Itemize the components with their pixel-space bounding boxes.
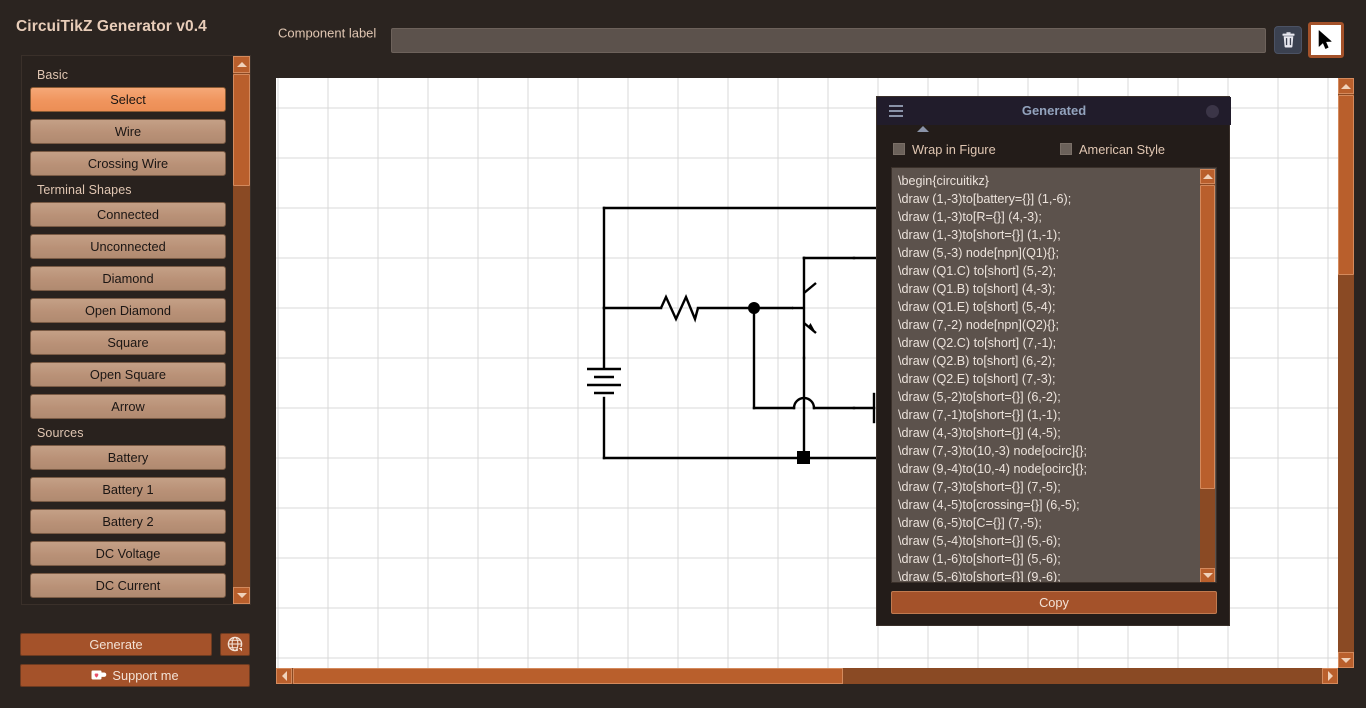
wrap-in-figure-checkbox[interactable]: Wrap in Figure	[893, 141, 996, 159]
component-label-input[interactable]	[391, 28, 1266, 53]
canvas-horizontal-scrollbar[interactable]	[276, 668, 1338, 684]
globe-icon	[227, 636, 243, 652]
canvas-scroll-left-button[interactable]	[276, 668, 292, 684]
palette-item-unconnected[interactable]: Unconnected	[30, 234, 226, 259]
chevron-up-icon	[1202, 174, 1213, 179]
canvas-vertical-scrollbar[interactable]	[1338, 78, 1354, 668]
palette-item-dc-voltage[interactable]: DC Voltage	[30, 541, 226, 566]
chevron-left-icon	[281, 671, 287, 681]
cursor-arrow-icon	[1318, 30, 1332, 49]
top-toolbar: Component label	[268, 0, 1366, 66]
trash-icon	[1282, 32, 1294, 48]
code-scroll-down-button[interactable]	[1200, 568, 1215, 582]
chevron-down-icon	[236, 593, 247, 598]
component-palette: Basic Select Wire Crossing Wire Terminal Sha…	[21, 55, 251, 605]
canvas-scroll-down-button[interactable]	[1338, 652, 1354, 668]
delete-button[interactable]	[1274, 26, 1302, 54]
generate-row: Generate	[20, 633, 250, 656]
palette-group-title: Basic	[37, 68, 69, 82]
generated-panel-titlebar[interactable]: Generated	[877, 97, 1231, 132]
status-dot-icon[interactable]	[1206, 105, 1219, 118]
chevron-right-icon	[1327, 671, 1333, 681]
canvas-scroll-up-button[interactable]	[1338, 78, 1354, 94]
wrap-in-figure-label: Wrap in Figure	[912, 142, 996, 157]
chevron-up-icon	[1341, 83, 1351, 89]
palette-scrollbar[interactable]	[233, 56, 250, 604]
generated-code-text: \begin{circuitikz} \draw (1,-3)to[batter…	[898, 174, 1087, 583]
component-label-caption: Component label	[278, 25, 377, 41]
palette-scroll-up-button[interactable]	[233, 56, 250, 73]
component-palette-list: Basic Select Wire Crossing Wire Terminal Sha…	[22, 56, 234, 604]
chevron-up-icon	[236, 62, 247, 67]
palette-item-open-diamond[interactable]: Open Diamond	[30, 298, 226, 323]
palette-group-title: Terminal Shapes	[37, 183, 132, 197]
palette-item-battery-1[interactable]: Battery 1	[30, 477, 226, 502]
globe-icon-button[interactable]	[220, 633, 250, 656]
palette-item-battery-2[interactable]: Battery 2	[30, 509, 226, 534]
coffee-cup-icon	[91, 667, 107, 688]
junction-dot	[748, 302, 760, 314]
palette-scroll-down-button[interactable]	[233, 587, 250, 604]
application-window: CircuiTikZ Generator v0.4 Basic Select Wir…	[0, 0, 1366, 708]
chevron-down-icon	[1341, 657, 1351, 663]
palette-item-diamond[interactable]: Diamond	[30, 266, 226, 291]
canvas-vertical-scrollbar-thumb[interactable]	[1338, 95, 1354, 275]
code-scrollbar[interactable]	[1200, 169, 1215, 582]
palette-item-select[interactable]: Select	[30, 87, 226, 112]
copy-button[interactable]: Copy	[891, 591, 1217, 614]
palette-scrollbar-thumb[interactable]	[233, 74, 250, 186]
support-me-label: Support me	[112, 668, 179, 683]
palette-item-arrow[interactable]: Arrow	[30, 394, 226, 419]
generated-code-panel: Generated Wrap in Figure American Style …	[876, 96, 1231, 626]
palette-item-battery[interactable]: Battery	[30, 445, 226, 470]
chevron-down-icon	[1202, 573, 1213, 578]
code-scrollbar-thumb[interactable]	[1200, 185, 1215, 489]
palette-item-connected[interactable]: Connected	[30, 202, 226, 227]
checkbox-box[interactable]	[1060, 143, 1072, 155]
canvas-horizontal-scrollbar-thumb[interactable]	[293, 668, 843, 684]
support-me-button[interactable]: Support me	[20, 664, 250, 687]
sidebar: CircuiTikZ Generator v0.4 Basic Select Wir…	[0, 0, 268, 708]
code-scroll-up-button[interactable]	[1200, 169, 1215, 184]
palette-item-square[interactable]: Square	[30, 330, 226, 355]
palette-group-title: Sources	[37, 426, 84, 440]
junction-square	[797, 451, 810, 464]
palette-item-wire[interactable]: Wire	[30, 119, 226, 144]
generated-code-textarea[interactable]: \begin{circuitikz} \draw (1,-3)to[batter…	[891, 167, 1217, 583]
app-title: CircuiTikZ Generator v0.4	[16, 18, 207, 35]
palette-item-dc-current[interactable]: DC Current	[30, 573, 226, 598]
palette-item-open-square[interactable]: Open Square	[30, 362, 226, 387]
american-style-label: American Style	[1079, 142, 1166, 157]
palette-item-crossing-wire[interactable]: Crossing Wire	[30, 151, 226, 176]
generated-panel-title: Generated	[1021, 103, 1087, 118]
generate-button[interactable]: Generate	[20, 633, 212, 656]
checkbox-box[interactable]	[893, 143, 905, 155]
select-tool-button[interactable]	[1308, 22, 1344, 58]
canvas-scroll-right-button[interactable]	[1322, 668, 1338, 684]
american-style-checkbox[interactable]: American Style	[1060, 141, 1165, 159]
